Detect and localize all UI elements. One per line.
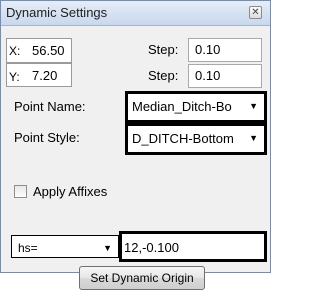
set-dynamic-origin-button[interactable]: Set Dynamic Origin (79, 266, 205, 290)
y-step-label: Step: (148, 68, 179, 83)
x-label: X: (9, 44, 21, 58)
x-step-input[interactable]: 0.10 (188, 38, 262, 62)
y-value: 7.20 (32, 68, 58, 83)
chevron-down-icon: ▼ (249, 133, 258, 143)
affix-value-text: 12,-0.100 (124, 240, 179, 255)
x-step-label: Step: (148, 42, 179, 57)
point-name-value: Median_Ditch-Bo (132, 99, 232, 114)
y-label: Y: (9, 70, 20, 84)
point-name-label: Point Name: (14, 99, 86, 114)
apply-affixes-checkbox[interactable] (14, 185, 27, 198)
chevron-down-icon: ▼ (249, 101, 258, 111)
point-style-dropdown[interactable]: D_DITCH-Bottom ▼ (125, 123, 267, 155)
point-style-value: D_DITCH-Bottom (132, 131, 234, 146)
chevron-down-icon: ▼ (103, 243, 112, 253)
affix-mode-value: hs= (18, 241, 38, 255)
y-step-input[interactable]: 0.10 (188, 64, 262, 88)
point-style-label: Point Style: (14, 130, 80, 145)
close-icon[interactable]: ✕ (249, 6, 262, 19)
affix-value-input[interactable]: 12,-0.100 (119, 231, 267, 262)
x-value: 56.50 (32, 43, 65, 58)
dynamic-settings-window: Dynamic Settings ✕ X: 56.50 Y: 7.20 Step… (0, 0, 271, 290)
point-name-dropdown[interactable]: Median_Ditch-Bo ▼ (125, 91, 267, 123)
affix-mode-dropdown[interactable]: hs= ▼ (11, 235, 119, 258)
title-bar[interactable]: Dynamic Settings ✕ (1, 1, 270, 26)
window-title: Dynamic Settings (6, 5, 108, 20)
apply-affixes-label: Apply Affixes (33, 184, 108, 199)
